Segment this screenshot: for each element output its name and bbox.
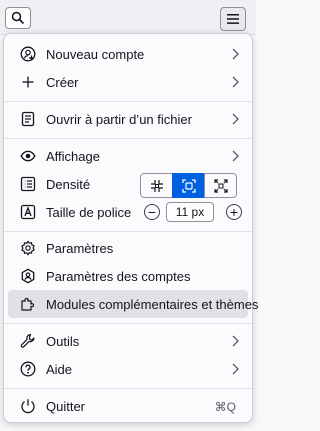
view-label: Affichage xyxy=(46,149,100,164)
toolbar xyxy=(0,0,256,35)
quit-shortcut: ⌘Q xyxy=(214,400,236,414)
separator xyxy=(4,231,252,232)
font-size-increase-button[interactable]: + xyxy=(226,204,242,220)
help-label: Aide xyxy=(46,362,73,377)
menu-item-help[interactable]: Aide xyxy=(8,355,248,383)
search-button[interactable] xyxy=(5,7,31,29)
density-relaxed-button[interactable] xyxy=(204,173,237,198)
chevron-right-icon xyxy=(232,363,239,375)
app-menu-panel: Nouveau compte Créer Ouvrir à partir d’u… xyxy=(3,33,258,423)
power-icon xyxy=(20,398,36,414)
separator xyxy=(4,101,252,102)
density-normal-button[interactable] xyxy=(172,173,205,198)
new-account-icon xyxy=(20,46,36,62)
density-relaxed-icon xyxy=(213,178,228,193)
menu-item-open-file[interactable]: Ouvrir à partir d’un fichier xyxy=(8,105,248,133)
menu-item-tools[interactable]: Outils xyxy=(8,327,248,355)
puzzle-icon xyxy=(20,296,36,312)
font-size-icon xyxy=(20,204,36,220)
hamburger-menu-icon xyxy=(227,14,239,24)
separator xyxy=(4,138,252,139)
addons-label: Modules complémentaires et thèmes xyxy=(46,297,259,312)
density-label: Densité xyxy=(46,177,91,192)
chevron-right-icon xyxy=(232,150,239,162)
help-icon xyxy=(20,361,36,377)
tools-label: Outils xyxy=(46,334,80,349)
font-size-label: Taille de police xyxy=(46,205,132,220)
chevron-right-icon xyxy=(232,335,239,347)
open-file-label: Ouvrir à partir d’un fichier xyxy=(46,112,192,127)
menu-item-create[interactable]: Créer xyxy=(8,68,248,96)
density-compact-button[interactable] xyxy=(140,173,173,198)
menu-item-view[interactable]: Affichage xyxy=(8,142,248,170)
chevron-right-icon xyxy=(232,113,239,125)
font-size-value: 11 px xyxy=(166,202,214,222)
search-icon xyxy=(11,11,25,25)
font-size-controls: − 11 px + xyxy=(140,201,244,225)
density-toggle-group xyxy=(140,173,240,198)
new-account-label: Nouveau compte xyxy=(46,47,145,62)
gear-icon xyxy=(20,240,36,256)
menu-item-new-account[interactable]: Nouveau compte xyxy=(8,40,248,68)
wrench-icon xyxy=(20,333,36,349)
menu-item-density: Densité xyxy=(8,170,248,198)
account-settings-label: Paramètres des comptes xyxy=(46,269,191,284)
create-label: Créer xyxy=(46,75,79,90)
font-size-decrease-button[interactable]: − xyxy=(144,204,160,220)
chevron-right-icon xyxy=(232,48,239,60)
menu-item-quit[interactable]: Quitter ⌘Q xyxy=(8,392,248,420)
separator xyxy=(4,323,252,324)
menu-item-account-settings[interactable]: Paramètres des comptes xyxy=(8,262,248,290)
app-menu-button[interactable] xyxy=(220,7,246,31)
account-settings-icon xyxy=(20,268,36,284)
separator xyxy=(4,388,252,389)
density-normal-icon xyxy=(181,178,196,193)
menu-item-addons[interactable]: Modules complémentaires et thèmes xyxy=(8,290,258,318)
menu-item-settings[interactable]: Paramètres xyxy=(8,234,248,262)
file-icon xyxy=(20,111,36,127)
menu-item-font-size: Taille de police − 11 px + xyxy=(8,198,248,226)
density-compact-icon xyxy=(150,179,163,192)
chevron-right-icon xyxy=(232,76,239,88)
quit-label: Quitter xyxy=(46,399,86,414)
eye-icon xyxy=(20,148,36,164)
settings-label: Paramètres xyxy=(46,241,114,256)
density-icon xyxy=(20,176,36,192)
plus-icon xyxy=(20,74,36,90)
